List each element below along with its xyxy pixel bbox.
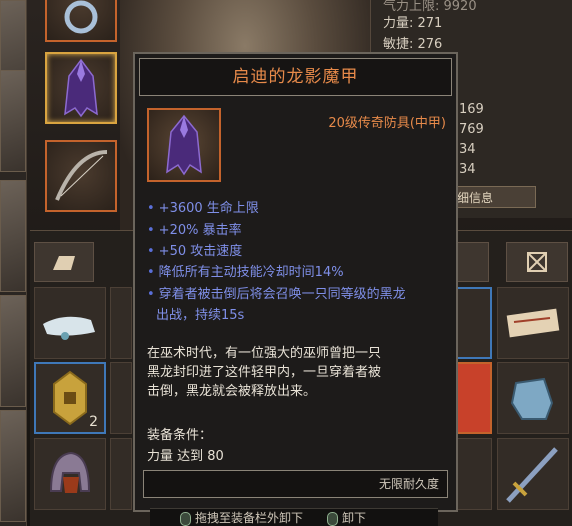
attribute-text: 出战，持续15s	[156, 308, 245, 323]
inventory-slot[interactable]	[456, 287, 492, 359]
mouse-icon	[180, 511, 191, 526]
character-card[interactable]	[0, 70, 26, 172]
sword-icon	[506, 447, 558, 503]
description-line: 击倒，黑龙就会被释放出来。	[147, 384, 317, 399]
character-card[interactable]	[0, 180, 26, 292]
attribute-line: • 穿着者被击倒后将会召唤一只同等级的黑龙	[147, 287, 406, 302]
stat-value: 169	[459, 102, 484, 117]
attribute-line: • +50 攻击速度	[147, 244, 243, 259]
ring-icon	[64, 0, 98, 34]
attribute-line: • 降低所有主动技能冷却时间14%	[147, 265, 344, 280]
helmet-icon	[49, 451, 91, 493]
inventory-slot[interactable]	[110, 362, 132, 434]
equip-slot-ring[interactable]	[45, 0, 117, 42]
crossed-tab-icon	[527, 252, 547, 272]
drag-hint: 拖拽至装备栏外卸下	[195, 511, 304, 525]
stat-strength: 力量: 271	[383, 16, 443, 31]
durability-box: 无限耐久度	[143, 470, 448, 498]
attribute-text: +50 攻击速度	[158, 244, 243, 259]
attribute-text: 降低所有主动技能冷却时间14%	[158, 265, 344, 280]
attribute-line: • +20% 暴击率	[147, 223, 242, 238]
stat-value: 34	[459, 142, 476, 157]
inventory-slot[interactable]	[456, 362, 492, 434]
inventory-slot[interactable]	[497, 287, 569, 359]
item-name: 启迪的龙影魔甲	[139, 58, 452, 96]
inventory-slot[interactable]: 2	[34, 362, 106, 434]
equip-slot-weapon[interactable]	[45, 140, 117, 212]
requirement-title: 装备条件：	[147, 428, 213, 443]
item-description: 在巫术时代，有一位强大的巫师曾把一只 黑龙封印进了这件轻甲内，一旦穿着者被 击倒…	[147, 344, 447, 401]
equip-slot-armor[interactable]	[45, 52, 117, 124]
item-icon-frame	[147, 108, 221, 182]
description-line: 在巫术时代，有一位强大的巫师曾把一只	[147, 346, 382, 361]
inventory-slot[interactable]	[110, 287, 132, 359]
attribute-text: 穿着者被击倒后将会召唤一只同等级的黑龙	[158, 287, 406, 302]
stat-agility: 敏捷: 276	[383, 37, 443, 52]
dark-cloak-icon	[64, 58, 98, 118]
attribute-text: +3600 生命上限	[158, 201, 259, 216]
item-count: 2	[89, 414, 98, 430]
character-card[interactable]	[0, 295, 26, 407]
item-rarity: 20级传奇防具(中甲)	[328, 116, 446, 131]
bag-tab-icon	[53, 256, 75, 270]
item-tooltip: 启迪的龙影魔甲 20级传奇防具(中甲) • +3600 生命上限 • +20% 暴击…	[133, 52, 458, 512]
attribute-text: +20% 暴击率	[158, 223, 242, 238]
mouse-icon	[327, 511, 339, 526]
scroll-icon	[506, 308, 560, 338]
tab-bag[interactable]	[34, 242, 94, 282]
requirement-value: 力量 达到 80	[147, 449, 224, 464]
inventory-slot[interactable]	[497, 438, 569, 510]
map-icon	[43, 316, 95, 340]
character-list	[0, 0, 27, 526]
dark-cloak-icon	[166, 114, 202, 176]
inventory-slot[interactable]	[456, 438, 492, 510]
attribute-line: 出战，持续15s	[156, 304, 244, 323]
inventory-slot[interactable]	[34, 287, 106, 359]
stat-value: 34	[459, 162, 476, 177]
stat-value: 769	[459, 122, 484, 137]
tab-misc[interactable]	[455, 242, 489, 282]
tab-filter[interactable]	[506, 242, 568, 282]
inventory-slot[interactable]	[497, 362, 569, 434]
game-inventory-screen: 气力上限: 9920 力量: 271 敏捷: 276 169 769 34 34…	[0, 0, 572, 526]
character-card[interactable]	[0, 410, 26, 522]
bow-icon	[55, 150, 108, 201]
gauntlet-icon	[510, 377, 554, 420]
hint-bar: 拖拽至装备栏外卸下 卸下	[150, 508, 438, 526]
description-line: 黑龙封印进了这件轻甲内，一旦穿着者被	[147, 365, 382, 380]
inventory-slot[interactable]	[34, 438, 106, 510]
unequip-hint[interactable]: 卸下	[342, 511, 366, 525]
inventory-slot[interactable]	[110, 438, 132, 510]
attribute-line: • +3600 生命上限	[147, 201, 259, 216]
